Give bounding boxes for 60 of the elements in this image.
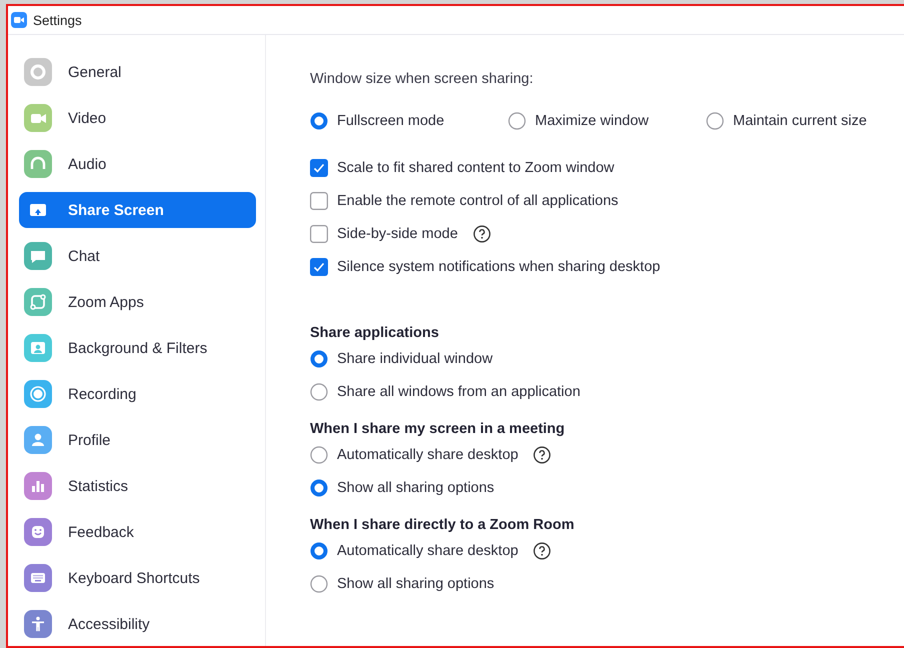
checkbox-label[interactable]: Side-by-side mode: [337, 226, 458, 242]
person-card-icon: [24, 334, 52, 362]
radio-button[interactable]: [310, 542, 328, 560]
sidebar-item[interactable]: Background & Filters: [19, 330, 256, 366]
sidebar-item[interactable]: Recording: [19, 376, 256, 412]
radio-button[interactable]: [310, 478, 328, 496]
video-camera-icon: [24, 104, 52, 132]
radio-label[interactable]: Show all sharing options: [337, 576, 494, 592]
radio-button[interactable]: [310, 574, 328, 592]
section-heading: When I share directly to a Zoom Room: [310, 517, 576, 533]
sidebar-item[interactable]: Keyboard Shortcuts: [19, 560, 256, 596]
radio-label[interactable]: Automatically share desktop: [337, 542, 518, 558]
radio-button[interactable]: [508, 112, 526, 130]
checkbox-label[interactable]: Scale to fit shared content to Zoom window: [337, 160, 614, 176]
headphones-icon: [24, 150, 52, 178]
gear-icon: [24, 58, 52, 86]
radio-label[interactable]: Share individual window: [337, 350, 493, 366]
checkbox[interactable]: [310, 258, 328, 276]
checkbox[interactable]: [310, 158, 328, 176]
speech-bubble-icon: [24, 242, 52, 270]
checkbox[interactable]: [310, 224, 328, 242]
person-icon: [24, 426, 52, 454]
help-icon[interactable]: [533, 446, 552, 464]
smiley-icon: [24, 518, 52, 546]
help-icon[interactable]: [533, 542, 552, 560]
apps-icon: [24, 288, 52, 316]
sidebar-item[interactable]: Video: [19, 100, 256, 136]
section-heading: When I share my screen in a meeting: [310, 421, 566, 437]
radio-button[interactable]: [310, 350, 328, 368]
radio-button[interactable]: [310, 382, 328, 400]
radio-label[interactable]: Maximize window: [535, 112, 649, 128]
accessibility-icon: [24, 610, 52, 638]
window-title: Settings: [33, 12, 82, 28]
app-icon: [11, 12, 27, 28]
sidebar-item[interactable]: Feedback: [19, 514, 256, 550]
sidebar-item[interactable]: Accessibility: [19, 606, 256, 642]
radio-button[interactable]: [706, 112, 724, 130]
checkbox-label[interactable]: Silence system notifications when sharing desktop: [337, 258, 660, 274]
record-icon: [24, 380, 52, 408]
checkbox[interactable]: [310, 192, 328, 210]
radio-label[interactable]: Fullscreen mode: [337, 112, 444, 128]
help-icon[interactable]: [472, 224, 491, 242]
radio-label[interactable]: Show all sharing options: [337, 480, 494, 496]
sidebar-item[interactable]: General: [19, 54, 256, 90]
sidebar-item[interactable]: Profile: [19, 422, 256, 458]
sidebar-item[interactable]: Chat: [19, 238, 256, 274]
sidebar-item[interactable]: Zoom Apps: [19, 284, 256, 320]
bar-chart-icon: [24, 472, 52, 500]
section-label: Window size when screen sharing:: [310, 71, 534, 87]
radio-label[interactable]: Maintain current size: [733, 112, 867, 128]
radio-button[interactable]: [310, 112, 328, 130]
sidebar-item[interactable]: Share Screen: [19, 192, 256, 228]
keyboard-icon: [24, 564, 52, 592]
sidebar-item[interactable]: Statistics: [19, 468, 256, 504]
checkbox-label[interactable]: Enable the remote control of all applications: [337, 192, 618, 208]
section-heading: Share applications: [310, 325, 440, 341]
radio-label[interactable]: Automatically share desktop: [337, 446, 518, 462]
radio-button[interactable]: [310, 446, 328, 464]
sidebar-item[interactable]: Audio: [19, 146, 256, 182]
radio-label[interactable]: Share all windows from an application: [337, 384, 580, 400]
